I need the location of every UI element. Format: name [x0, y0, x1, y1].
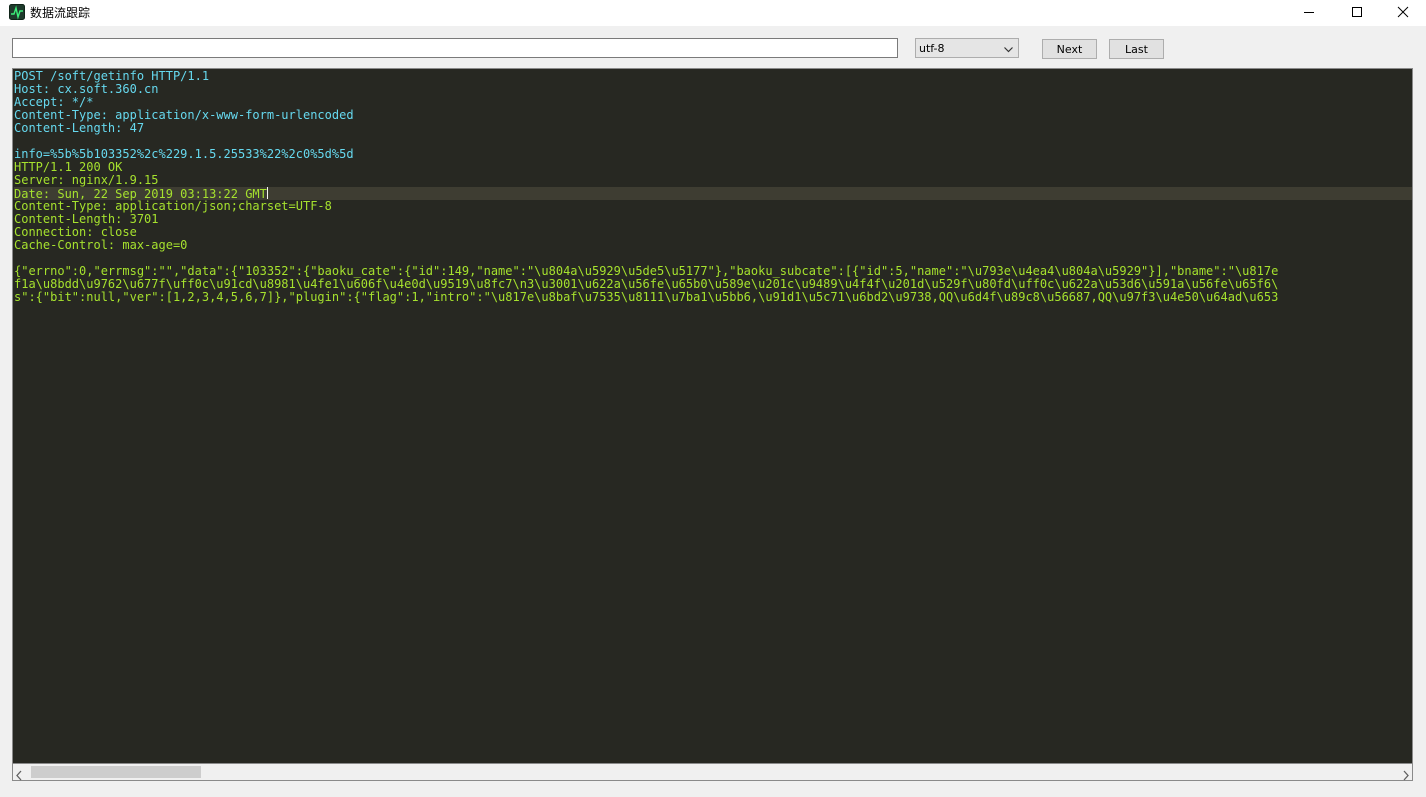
- request-line: POST /soft/getinfo HTTP/1.1: [14, 70, 1412, 83]
- line-text: Accept: */*: [14, 95, 94, 109]
- request-line: Content-Type: application/x-www-form-url…: [14, 109, 1412, 122]
- app-icon: [9, 4, 25, 20]
- chevron-down-icon: [1004, 43, 1013, 56]
- response-line: Server: nginx/1.9.15: [14, 174, 1412, 187]
- minimize-icon: [1303, 3, 1315, 22]
- request-line: Content-Length: 47: [14, 122, 1412, 135]
- close-button[interactable]: [1380, 0, 1426, 24]
- title-bar: 数据流跟踪: [0, 0, 1426, 26]
- minimize-button[interactable]: [1286, 0, 1332, 24]
- close-icon: [1397, 3, 1409, 22]
- response-line: s":{"bit":null,"ver":[1,2,3,4,5,6,7]},"p…: [14, 291, 1412, 304]
- line-text: s":{"bit":null,"ver":[1,2,3,4,5,6,7]},"p…: [14, 290, 1279, 304]
- line-text: HTTP/1.1 200 OK: [14, 160, 123, 174]
- line-text: info=%5b%5b103352%2c%229.1.5.25533%22%2c…: [14, 147, 354, 161]
- horizontal-scrollbar[interactable]: [12, 764, 1413, 781]
- request-line: info=%5b%5b103352%2c%229.1.5.25533%22%2c…: [14, 148, 1412, 161]
- stream-viewer[interactable]: POST /soft/getinfo HTTP/1.1 Host: cx.soft…: [12, 68, 1413, 764]
- line-text: Content-Type: application/json;charset=U…: [14, 199, 332, 213]
- last-button[interactable]: Last: [1109, 39, 1164, 59]
- line-text: Content-Length: 47: [14, 121, 145, 135]
- maximize-button[interactable]: [1334, 0, 1380, 24]
- encoding-select[interactable]: utf-8: [915, 38, 1019, 58]
- text-cursor: [266, 187, 268, 199]
- line-text: Connection: close: [14, 225, 137, 239]
- maximize-icon: [1351, 3, 1363, 22]
- line-text: {"errno":0,"errmsg":"","data":{"103352":…: [14, 264, 1279, 278]
- toolbar: utf-8 Next Last: [0, 26, 1426, 68]
- response-line: Content-Length: 3701: [14, 213, 1412, 226]
- response-line: Connection: close: [14, 226, 1412, 239]
- next-button[interactable]: Next: [1042, 39, 1097, 59]
- response-line: Cache-Control: max-age=0: [14, 239, 1412, 252]
- line-text: Content-Type: application/x-www-form-url…: [14, 108, 354, 122]
- line-text: Server: nginx/1.9.15: [14, 173, 159, 187]
- window-title: 数据流跟踪: [30, 6, 91, 20]
- chevron-right-icon[interactable]: [1402, 766, 1410, 785]
- line-text: POST /soft/getinfo HTTP/1.1: [14, 69, 210, 83]
- line-text: Cache-Control: max-age=0: [14, 238, 188, 252]
- line-text: Host: cx.soft.360.cn: [14, 82, 159, 96]
- response-line: HTTP/1.1 200 OK: [14, 161, 1412, 174]
- request-line: Host: cx.soft.360.cn: [14, 83, 1412, 96]
- search-input[interactable]: [12, 38, 898, 58]
- line-text: f1a\u8bdd\u9762\u677f\uff0c\u91cd\u8981\…: [14, 277, 1279, 291]
- scrollbar-thumb[interactable]: [31, 766, 201, 778]
- encoding-selected-value: utf-8: [919, 42, 945, 55]
- chevron-left-icon[interactable]: [15, 766, 23, 785]
- response-line: Content-Type: application/json;charset=U…: [14, 200, 1412, 213]
- stream-text: POST /soft/getinfo HTTP/1.1 Host: cx.soft…: [14, 70, 1412, 763]
- line-text: Content-Length: 3701: [14, 212, 159, 226]
